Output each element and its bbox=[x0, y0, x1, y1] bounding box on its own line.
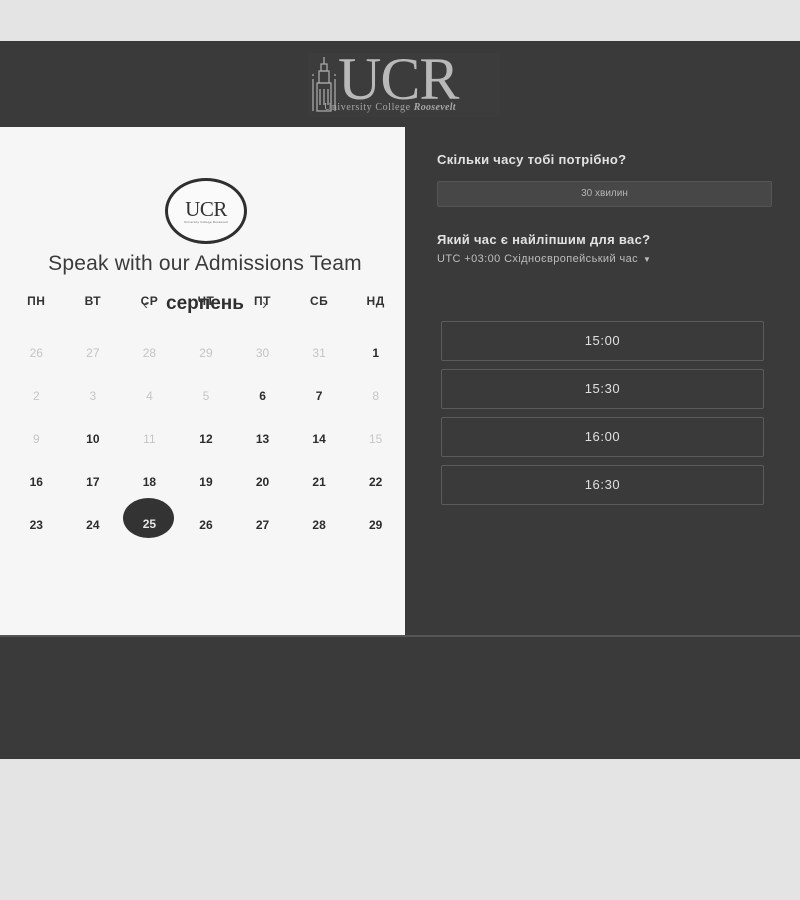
scheduler-frame: UCR University College Roosevelt UCR Uni… bbox=[0, 41, 800, 759]
calendar-day-available[interactable]: 21 bbox=[291, 475, 348, 489]
time-slot-button[interactable]: 15:00 bbox=[441, 321, 764, 361]
calendar-week: 26 27 28 29 30 31 1 bbox=[8, 331, 404, 374]
calendar-day-available[interactable]: 20 bbox=[234, 475, 291, 489]
calendar-day-available[interactable]: 16 bbox=[8, 475, 65, 489]
calendar-day-available[interactable]: 29 bbox=[347, 518, 404, 532]
calendar-day-available[interactable]: 18 bbox=[121, 475, 178, 489]
ucr-logo: UCR University College Roosevelt bbox=[308, 47, 500, 117]
logo-tagline: University College Roosevelt bbox=[324, 102, 500, 113]
calendar-day-available[interactable]: 14 bbox=[291, 432, 348, 446]
calendar-day-disabled: 27 bbox=[86, 345, 100, 360]
calendar-day-available[interactable]: 13 bbox=[234, 432, 291, 446]
badge-text: UCR bbox=[185, 196, 227, 221]
duration-select[interactable]: 30 хвилин bbox=[437, 181, 772, 207]
weekday-label: ПТ bbox=[254, 294, 272, 308]
calendar-day-available[interactable]: 7 bbox=[291, 389, 348, 403]
caret-down-icon: ▼ bbox=[643, 254, 652, 264]
time-slot-list: 15:00 15:30 16:00 16:30 bbox=[441, 321, 764, 513]
calendar-day-available[interactable]: 23 bbox=[8, 518, 65, 532]
calendar-day-disabled: 30 bbox=[255, 345, 270, 360]
ucr-badge: UCR University College Roosevelt bbox=[165, 178, 247, 244]
logo-tagline-text: University College bbox=[324, 102, 411, 113]
timezone-select[interactable]: UTC +03:00 Східноєвропейський час ▼ bbox=[437, 253, 651, 265]
calendar-day-available[interactable]: 17 bbox=[65, 475, 122, 489]
calendar-day-disabled: 15 bbox=[368, 431, 383, 446]
timezone-label: UTC +03:00 Східноєвропейський час bbox=[437, 253, 639, 265]
calendar-day-disabled: 5 bbox=[202, 388, 210, 403]
calendar-week: 9 10 11 12 13 14 15 bbox=[8, 417, 404, 460]
calendar-grid: 26 27 28 29 30 31 1 2 3 4 5 6 7 8 9 10 11 12 13 14 15 16 17 18 1… bbox=[8, 331, 404, 546]
calendar-day-disabled: 31 bbox=[312, 345, 326, 360]
page-title: Speak with our Admissions Team bbox=[48, 252, 362, 275]
calendar-day-disabled: 26 bbox=[29, 345, 43, 360]
header: UCR University College Roosevelt bbox=[0, 41, 800, 128]
calendar-day-available[interactable]: 24 bbox=[65, 518, 122, 532]
weekday-label: СБ bbox=[309, 294, 329, 308]
calendar-day-disabled: 4 bbox=[146, 388, 153, 403]
calendar-day-disabled: 9 bbox=[32, 431, 40, 446]
calendar-week: 2 3 4 5 67 8 bbox=[8, 374, 404, 417]
calendar-day-disabled: 3 bbox=[89, 388, 97, 403]
divider bbox=[0, 635, 800, 637]
logo-tagline-italic: Roosevelt bbox=[413, 102, 456, 113]
booking-panel: Скільки часу тобі потрібно? 30 хвилин Як… bbox=[405, 127, 800, 635]
calendar-day-available[interactable]: 22 bbox=[347, 475, 404, 489]
weekday-label: СР bbox=[140, 294, 159, 308]
calendar-day-disabled: 28 bbox=[142, 345, 157, 360]
calendar-day-available[interactable]: 10 bbox=[65, 432, 122, 446]
duration-question: Скільки часу тобі потрібно? bbox=[437, 152, 627, 167]
weekday-label: НД bbox=[366, 294, 385, 308]
weekday-header: ПН ВТ СР ЧТ ПТ СБ НД bbox=[8, 294, 404, 308]
calendar-day-disabled: 8 bbox=[372, 388, 379, 403]
calendar-day-available[interactable]: 12 bbox=[178, 432, 235, 446]
time-slot-button[interactable]: 16:00 bbox=[441, 417, 764, 457]
weekday-label: ВТ bbox=[84, 294, 102, 308]
calendar-day-available[interactable]: 26 bbox=[178, 518, 235, 532]
time-slot-button[interactable]: 15:30 bbox=[441, 369, 764, 409]
calendar-day-disabled: 29 bbox=[199, 345, 213, 360]
weekday-label: ПН bbox=[27, 294, 46, 308]
calendar-day-disabled: 11 bbox=[143, 431, 156, 446]
calendar-week: 16 17 18 19 20 21 22 bbox=[8, 460, 404, 503]
calendar-day-available[interactable]: 27 bbox=[234, 518, 291, 532]
calendar-day-number: 25 bbox=[142, 516, 157, 531]
calendar-day-available[interactable]: 19 bbox=[178, 475, 235, 489]
calendar-day-selected[interactable]: 25 bbox=[121, 497, 178, 538]
calendar-day-disabled: 2 bbox=[32, 388, 40, 403]
time-question: Який час є найліпшим для вас? bbox=[437, 232, 651, 247]
calendar-day-available[interactable]: 28 bbox=[291, 518, 348, 532]
time-slot-button[interactable]: 16:30 bbox=[441, 465, 764, 505]
calendar-day-available[interactable]: 6 bbox=[234, 389, 291, 403]
weekday-label: ЧТ bbox=[197, 294, 215, 308]
calendar-week: 23 24 25 26 27 28 29 bbox=[8, 497, 404, 546]
badge-subtext: University College Roosevelt bbox=[184, 219, 228, 224]
calendar-day-available[interactable]: 1 bbox=[347, 346, 404, 360]
